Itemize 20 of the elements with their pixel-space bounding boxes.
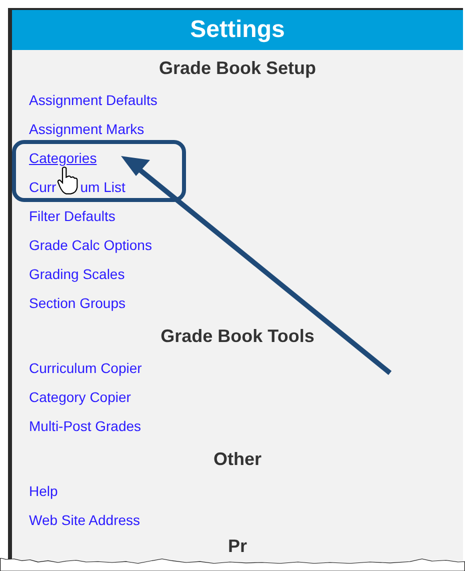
settings-link[interactable]: Help: [29, 481, 58, 502]
window-title: Settings: [12, 10, 463, 50]
settings-link[interactable]: Multi-Post Grades: [29, 416, 142, 437]
settings-link[interactable]: Filter Defaults: [29, 206, 116, 227]
settings-link[interactable]: Grade Calc Options: [29, 235, 152, 256]
section-heading: Other: [213, 448, 262, 470]
settings-link[interactable]: Categories: [29, 148, 97, 169]
settings-link[interactable]: Assignment Marks: [29, 119, 144, 140]
settings-link[interactable]: Curr: [29, 177, 56, 198]
settings-link[interactable]: Grading Scales: [29, 264, 125, 285]
section-heading: Grade Book Tools: [160, 324, 314, 348]
settings-link[interactable]: Curriculum Copier: [29, 358, 142, 379]
hand-cursor-icon: [57, 165, 80, 196]
section-heading: Grade Book Setup: [158, 56, 316, 80]
settings-link[interactable]: um List: [80, 177, 126, 198]
section-heading: Pr: [228, 534, 247, 558]
settings-link[interactable]: Section Groups: [29, 293, 126, 314]
settings-link[interactable]: Web Site Address: [29, 510, 140, 531]
settings-link[interactable]: Assignment Defaults: [29, 90, 158, 111]
settings-link[interactable]: Category Copier: [29, 387, 131, 408]
